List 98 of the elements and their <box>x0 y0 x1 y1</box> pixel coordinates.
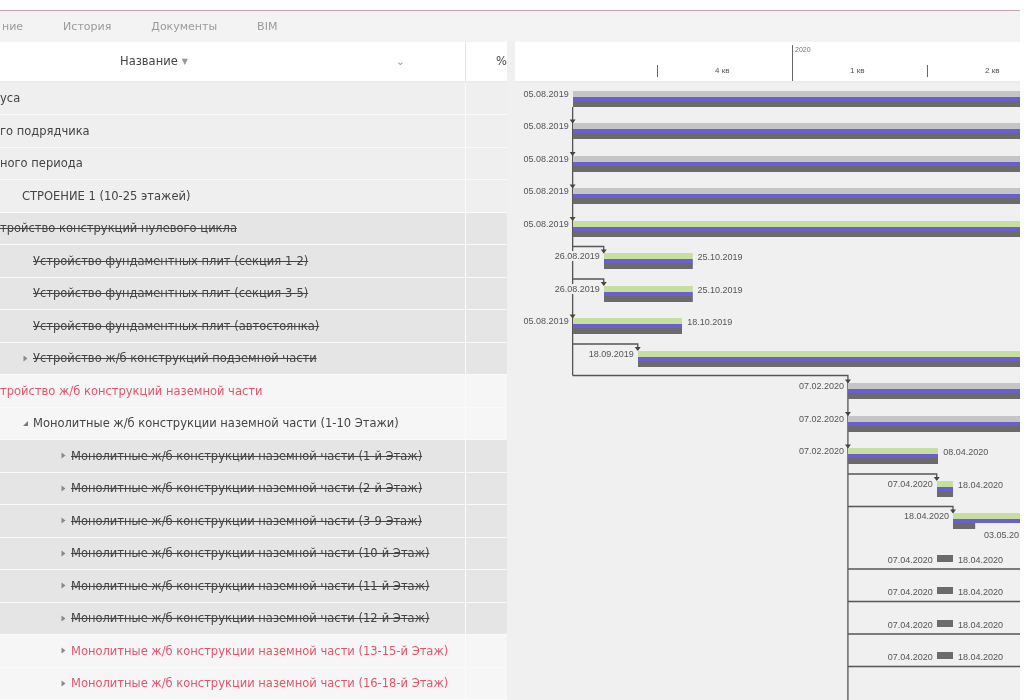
task-row[interactable]: Монолитные ж/б конструкции наземной части (10-й Этаж) <box>0 537 507 570</box>
task-name: тройство конструкций нулевого цикла <box>0 221 237 236</box>
start-date-label: 07.04.2020 <box>886 554 934 565</box>
task-name: Монолитные ж/б конструкции наземной части (12-й Этаж) <box>71 611 430 626</box>
start-date-label: 05.08.2019 <box>522 316 570 326</box>
end-date-label: 08.04.2020 <box>942 447 990 457</box>
start-date-label: 07.02.2020 <box>797 381 845 391</box>
task-name: СТРОЕНИЕ 1 (10-25 этажей) <box>22 188 191 203</box>
start-date-label: 05.08.2019 <box>522 218 570 229</box>
planned-bar[interactable] <box>936 652 953 659</box>
end-date-label: 18.04.2020 <box>957 587 1005 597</box>
end-date-label: 18.10.2019 <box>686 317 734 327</box>
start-date-label: 05.08.2019 <box>522 153 570 164</box>
expand-triangle-icon[interactable] <box>60 582 67 590</box>
task-row[interactable]: Устройство фундаментных плит (секция 1-2) <box>0 245 507 278</box>
task-row[interactable]: го подрядчика <box>0 115 507 148</box>
planned-bar[interactable] <box>936 587 953 594</box>
task-name: Монолитные ж/б конструкции наземной части (1-10 Этажи) <box>33 416 399 431</box>
expand-triangle-icon[interactable] <box>22 354 29 362</box>
task-name: Монолитные ж/б конструкции наземной части (10-й Этаж) <box>71 546 430 561</box>
end-date-label: 25.10.2019 <box>696 252 744 262</box>
end-date-label: 18.04.2020 <box>957 554 1005 565</box>
expand-triangle-icon[interactable] <box>60 647 67 655</box>
end-date-label: 18.04.2020 <box>957 652 1005 662</box>
start-date-label: 26.08.2019 <box>553 251 601 261</box>
task-name: го подрядчика <box>0 123 90 138</box>
task-row[interactable]: Монолитные ж/б конструкции наземной части (3-9 Этаж) <box>0 505 507 538</box>
task-row[interactable]: Устройство фундаментных плит (автостоянка) <box>0 310 507 343</box>
task-row[interactable]: Устройство фундаментных плит (секция 3-5) <box>0 277 507 310</box>
task-row[interactable]: Монолитные ж/б конструкции наземной части (16-18-й Этаж) <box>0 667 507 700</box>
task-bar[interactable] <box>572 318 683 334</box>
end-date-label: 18.04.2020 <box>957 479 1005 490</box>
task-bar[interactable] <box>603 253 693 269</box>
task-row[interactable]: Монолитные ж/б конструкции наземной части (11-й Этаж) <box>0 570 507 603</box>
collapse-triangle-icon[interactable] <box>22 419 29 427</box>
task-name: ного периода <box>0 156 83 171</box>
expand-triangle-icon[interactable] <box>60 549 67 557</box>
planned-bar[interactable] <box>936 619 953 627</box>
start-date-label: 18.04.2020 <box>902 511 950 521</box>
expand-triangle-icon[interactable] <box>60 452 67 460</box>
task-row[interactable]: ного периода <box>0 147 507 180</box>
task-row[interactable]: Монолитные ж/б конструкции наземной части (1-й Этаж) <box>0 440 507 473</box>
task-row[interactable]: Устройство ж/б конструкций подземной части <box>0 342 507 375</box>
end-date-label: 18.04.2020 <box>957 619 1005 630</box>
task-name: Устройство фундаментных плит (секция 3-5) <box>33 286 309 301</box>
expand-triangle-icon[interactable] <box>60 679 67 687</box>
task-bar[interactable] <box>603 285 693 302</box>
quarter-label: 2 кв <box>985 66 1000 75</box>
expand-triangle-icon[interactable] <box>60 517 67 525</box>
start-date-label: 07.04.2020 <box>886 652 934 662</box>
expand-triangle-icon[interactable] <box>60 484 67 492</box>
expand-triangle-icon[interactable] <box>60 614 67 622</box>
task-name: Монолитные ж/б конструкции наземной части (3-9 Этаж) <box>71 513 422 528</box>
start-date-label: 05.08.2019 <box>522 88 570 99</box>
start-date-label: 07.02.2020 <box>797 413 845 424</box>
summary-bar[interactable] <box>572 123 1020 139</box>
start-date-label: 07.04.2020 <box>886 619 934 630</box>
task-row[interactable]: Монолитные ж/б конструкции наземной части (13-15-й Этаж) <box>0 635 507 668</box>
task-bar[interactable] <box>637 350 1020 367</box>
start-date-label: 07.02.2020 <box>797 446 845 456</box>
task-name: Устройство ж/б конструкций подземной части <box>33 351 317 366</box>
start-date-label: 18.09.2019 <box>587 348 635 359</box>
summary-bar[interactable] <box>572 90 1020 107</box>
task-name: Монолитные ж/б конструкции наземной части (2-й Этаж) <box>71 481 423 496</box>
task-row[interactable]: Монолитные ж/б конструкции наземной части (12-й Этаж) <box>0 602 507 635</box>
start-date-label: 26.08.2019 <box>553 283 601 294</box>
task-bar[interactable] <box>936 480 953 497</box>
task-row[interactable]: СТРОЕНИЕ 1 (10-25 этажей) <box>0 180 507 213</box>
task-name: Устройство фундаментных плит (автостоянка) <box>33 318 320 333</box>
summary-bar[interactable] <box>847 415 1020 432</box>
task-row[interactable]: Монолитные ж/б конструкции наземной части (2-й Этаж) <box>0 472 507 505</box>
start-date-label: 05.08.2019 <box>522 121 570 131</box>
task-name: Монолитные ж/б конструкции наземной части (16-18-й Этаж) <box>71 676 449 691</box>
end-date-label: 25.10.2019 <box>696 284 744 295</box>
summary-bar[interactable] <box>572 155 1020 172</box>
quarter-label: 1 кв <box>850 66 865 75</box>
start-date-label: 05.08.2019 <box>522 186 570 196</box>
task-name: Монолитные ж/б конструкции наземной части (1-й Этаж) <box>71 448 423 463</box>
task-name: Устройство фундаментных плит (секция 1-2) <box>33 253 309 268</box>
task-bar[interactable] <box>572 220 1020 237</box>
task-bar[interactable] <box>953 513 1020 529</box>
task-row[interactable]: уса <box>0 82 507 115</box>
summary-bar[interactable] <box>572 188 1020 204</box>
start-date-label: 07.04.2020 <box>886 587 934 597</box>
quarter-label: 4 кв <box>715 66 730 75</box>
task-row[interactable]: Монолитные ж/б конструкции наземной части (1-10 Этажи) <box>0 407 507 440</box>
task-name: тройство ж/б конструкций наземной части <box>0 383 263 398</box>
column-header[interactable]: % <box>496 54 507 69</box>
column-header[interactable]: Название <box>120 54 178 69</box>
summary-bar[interactable] <box>847 383 1020 399</box>
start-date-label: 07.04.2020 <box>886 478 934 489</box>
task-name: Монолитные ж/б конструкции наземной части (13-15-й Этаж) <box>71 643 449 658</box>
task-bar[interactable] <box>847 448 939 464</box>
task-name: Монолитные ж/б конструкции наземной части (11-й Этаж) <box>71 578 430 593</box>
planned-bar[interactable] <box>936 554 953 562</box>
task-name: уса <box>0 91 21 106</box>
progress-date-label: 03.05.20 <box>982 530 1020 540</box>
task-row[interactable]: тройство конструкций нулевого цикла <box>0 212 507 245</box>
